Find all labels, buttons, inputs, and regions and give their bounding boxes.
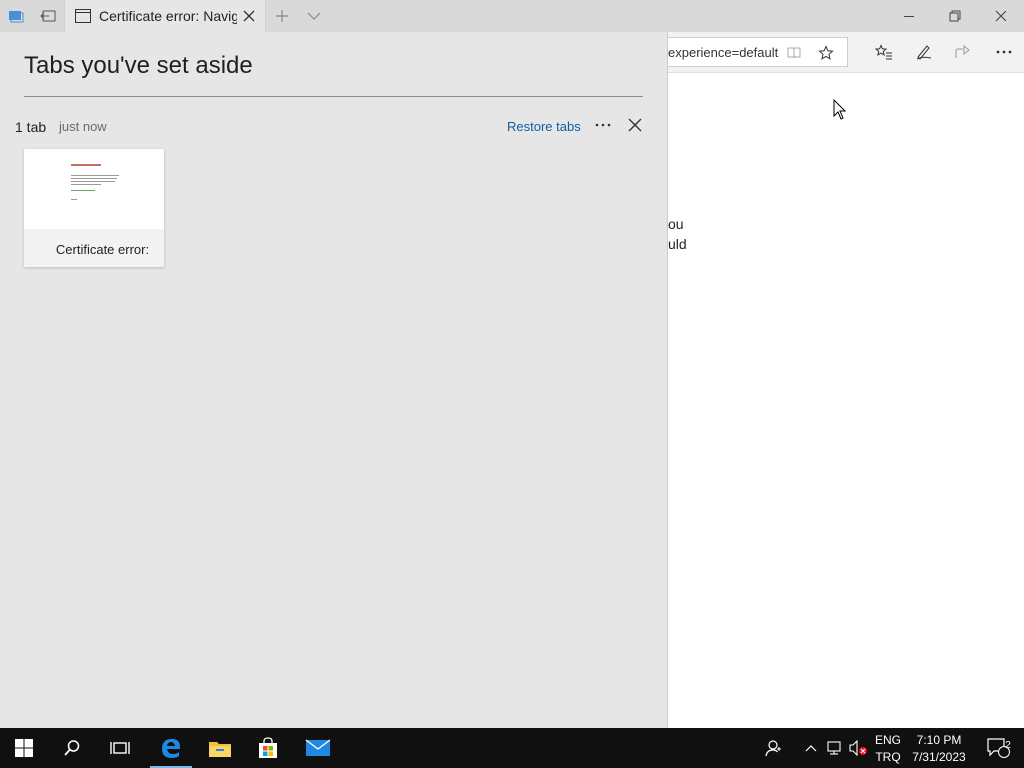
close-icon[interactable] bbox=[241, 8, 257, 24]
people-icon[interactable] bbox=[750, 728, 798, 768]
web-note-pen-icon[interactable] bbox=[912, 40, 936, 64]
keyboard-layout[interactable]: TRQ bbox=[872, 750, 904, 764]
page-icon bbox=[75, 9, 91, 28]
tab-group-count: 1 tab bbox=[15, 119, 47, 135]
tabs-aside-icon[interactable] bbox=[0, 0, 32, 32]
close-window-icon[interactable] bbox=[978, 0, 1024, 32]
panel-title: Tabs you've set aside bbox=[24, 52, 253, 79]
tab-title: Certificate error: Naviga bbox=[99, 8, 237, 24]
clock-date[interactable]: 7/31/2023 bbox=[906, 750, 972, 764]
task-view-icon[interactable] bbox=[96, 728, 144, 768]
more-icon[interactable] bbox=[592, 116, 614, 134]
store-icon[interactable] bbox=[244, 728, 292, 768]
edge-icon[interactable] bbox=[147, 728, 195, 768]
tab-preview-chevron-icon[interactable] bbox=[298, 0, 330, 32]
file-explorer-icon[interactable] bbox=[196, 728, 244, 768]
divider bbox=[24, 96, 643, 97]
tab-group-time: just now bbox=[59, 119, 107, 134]
mouse-cursor-icon bbox=[833, 98, 847, 126]
mail-icon[interactable] bbox=[294, 728, 342, 768]
tab-thumbnail-label: Certificate error: bbox=[55, 242, 150, 257]
language-code[interactable]: ENG bbox=[872, 733, 904, 747]
new-tab-icon[interactable] bbox=[266, 0, 298, 32]
share-icon[interactable] bbox=[951, 40, 975, 64]
tab-thumbnail-preview bbox=[24, 149, 164, 229]
close-icon[interactable] bbox=[626, 116, 644, 134]
chevron-up-icon[interactable] bbox=[799, 728, 823, 768]
active-tab[interactable]: Certificate error: Naviga bbox=[64, 0, 266, 32]
address-url: experience=default bbox=[668, 45, 779, 60]
notification-count: 2 bbox=[1005, 740, 1011, 751]
title-bar: Certificate error: Naviga bbox=[0, 0, 1024, 32]
taskbar: ENG TRQ 7:10 PM 7/31/2023 2 bbox=[0, 728, 1024, 768]
tab-thumbnail-card[interactable]: Certificate error: bbox=[24, 149, 164, 267]
favorite-star-icon[interactable] bbox=[814, 41, 838, 65]
more-icon[interactable] bbox=[992, 40, 1016, 64]
set-tabs-aside-icon[interactable] bbox=[32, 0, 64, 32]
reading-view-icon[interactable] bbox=[782, 41, 806, 65]
clock-time[interactable]: 7:10 PM bbox=[906, 733, 972, 747]
tabs-set-aside-panel: Tabs you've set aside 1 tab just now Res… bbox=[0, 32, 668, 728]
windows-start-icon[interactable] bbox=[0, 728, 48, 768]
page-text-fragment: ou bbox=[668, 216, 684, 232]
search-icon[interactable] bbox=[48, 728, 96, 768]
volume-muted-icon[interactable] bbox=[847, 728, 871, 768]
action-center-icon[interactable]: 2 bbox=[976, 728, 1020, 768]
restore-icon[interactable] bbox=[932, 0, 978, 32]
page-text-fragment: uld bbox=[668, 236, 687, 252]
restore-tabs-link[interactable]: Restore tabs bbox=[507, 119, 581, 134]
address-bar[interactable]: experience=default bbox=[668, 37, 848, 67]
minimize-icon[interactable] bbox=[886, 0, 932, 32]
browser-toolbar: experience=default bbox=[668, 32, 1024, 73]
favorites-hub-icon[interactable] bbox=[872, 40, 896, 64]
network-icon[interactable] bbox=[823, 728, 847, 768]
